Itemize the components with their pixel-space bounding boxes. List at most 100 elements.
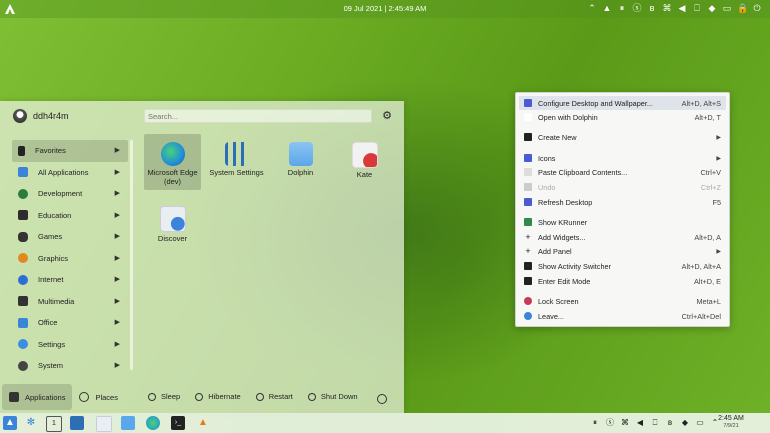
network-icon[interactable]: ⎕ <box>650 418 660 428</box>
discover-icon[interactable] <box>96 416 112 432</box>
menu-item-icons[interactable]: Icons ▶ <box>519 151 726 165</box>
sleep-button[interactable]: Sleep <box>148 392 180 401</box>
gamepad-icon <box>18 231 28 242</box>
menu-item-add-panel[interactable]: + Add Panel ▶ <box>519 244 726 258</box>
wifi-icon[interactable]: ◆ <box>680 418 690 428</box>
sb-icon[interactable]: ⓢ <box>632 3 642 14</box>
menu-item-lock-screen[interactable]: Lock Screen Meta+L <box>519 294 726 308</box>
menu-shortcut: Alt+D, T <box>694 112 721 122</box>
app-microsoft-edge-dev[interactable]: Microsoft Edge (dev) <box>144 134 201 190</box>
clock-date: 7/9/21 <box>723 423 739 429</box>
category-settings[interactable]: Settings ▶ <box>12 334 128 356</box>
nordvpn-icon[interactable]: ▲ <box>602 3 612 14</box>
category-education[interactable]: Education ▶ <box>12 205 128 227</box>
app-discover[interactable]: Discover <box>144 198 201 254</box>
app-system-settings[interactable]: System Settings <box>208 134 265 190</box>
hibernate-button[interactable]: Hibernate <box>195 392 241 401</box>
category-development[interactable]: Development ▶ <box>12 183 128 205</box>
restart-icon <box>255 392 264 401</box>
app-label: Kate <box>356 170 373 179</box>
battery-icon[interactable]: ▭ <box>695 418 705 428</box>
discover-icon <box>159 206 186 232</box>
category-office[interactable]: Office ▶ <box>12 312 128 334</box>
vlc-icon[interactable]: ▲ <box>196 416 210 430</box>
menu-item-open-with-dolphin[interactable]: Open with Dolphin Alt+D, T <box>519 110 726 124</box>
top-clock[interactable]: 09 Jul 2021 | 2:45:49 AM <box>300 4 470 13</box>
app-kate[interactable]: Kate <box>336 134 393 190</box>
sb-icon[interactable]: ⓢ <box>605 418 615 428</box>
restart-button[interactable]: Restart <box>255 392 293 401</box>
bluetooth-icon[interactable]: ʙ <box>665 418 675 428</box>
menu-label: Add Widgets... <box>538 232 586 242</box>
activities-icon <box>524 262 532 270</box>
film-icon <box>18 296 28 307</box>
menu-item-show-krunner[interactable]: Show KRunner <box>519 215 726 229</box>
bottom-clock[interactable]: 2:45 AM 7/9/21 <box>714 415 748 430</box>
menu-label: Lock Screen <box>538 296 579 306</box>
chevron-right-icon: ▶ <box>114 211 120 219</box>
wifi-icon[interactable]: ◆ <box>707 3 717 14</box>
menu-item-configure-desktop[interactable]: Configure Desktop and Wallpaper... Alt+D… <box>519 96 726 110</box>
pause-icon[interactable]: ⏸ <box>590 418 600 428</box>
menu-item-activity-switcher[interactable]: Show Activity Switcher Alt+D, Alt+A <box>519 259 726 273</box>
category-system[interactable]: System ▶ <box>12 355 128 377</box>
category-games[interactable]: Games ▶ <box>12 226 128 248</box>
power-icon <box>307 392 316 401</box>
desktop-context-menu: Configure Desktop and Wallpaper... Alt+D… <box>515 92 730 327</box>
tab-applications[interactable]: Applications <box>2 384 73 410</box>
username: ddh4r4m <box>33 111 69 121</box>
plus-icon: + <box>525 246 531 256</box>
terminal-icon[interactable]: ›_ <box>171 416 185 430</box>
menu-label: Show Activity Switcher <box>538 261 611 271</box>
app-dolphin[interactable]: Dolphin <box>272 134 329 190</box>
menu-shortcut: Ctrl+Z <box>700 182 721 192</box>
category-scrollbar[interactable] <box>130 140 133 370</box>
network-icon[interactable]: ⎕ <box>692 3 702 14</box>
menu-item-paste[interactable]: Paste Clipboard Contents... Ctrl+V <box>519 165 726 179</box>
system-settings-icon[interactable] <box>70 416 84 430</box>
chevron-right-icon: ▶ <box>114 340 120 348</box>
category-graphics[interactable]: Graphics ▶ <box>12 248 128 270</box>
category-all-applications[interactable]: All Applications ▶ <box>12 162 128 184</box>
avatar[interactable] <box>13 109 27 123</box>
restart-label: Restart <box>268 392 293 401</box>
category-multimedia[interactable]: Multimedia ▶ <box>12 291 128 313</box>
lock-icon[interactable]: 🔒 <box>737 3 748 14</box>
chevron-right-icon: ▶ <box>114 168 120 176</box>
app-label: Discover <box>157 234 188 243</box>
kde-logo-icon[interactable] <box>4 3 16 15</box>
menu-item-undo: Undo Ctrl+Z <box>519 180 726 194</box>
bluetooth-icon[interactable]: ʙ <box>647 3 657 14</box>
menu-item-refresh-desktop[interactable]: Refresh Desktop F5 <box>519 195 726 209</box>
arrow-icon[interactable]: ⌃ <box>587 3 597 14</box>
settings-gear-icon[interactable]: ⚙ <box>381 110 393 122</box>
kde-connect-icon[interactable]: ✻ <box>24 416 38 430</box>
battery-icon[interactable]: ▭ <box>722 3 732 14</box>
volume-icon[interactable]: ◀ <box>635 418 645 428</box>
volume-icon[interactable]: ◀ <box>677 3 687 14</box>
workspace-1-icon[interactable]: 1 <box>46 416 62 432</box>
launcher-icon[interactable]: ▲ <box>3 416 17 430</box>
menu-item-create-new[interactable]: Create New ▶ <box>519 130 726 144</box>
edge-icon[interactable] <box>146 416 160 430</box>
pause-icon[interactable]: ⏸ <box>617 3 627 14</box>
search-input[interactable] <box>144 109 372 123</box>
folder-icon <box>288 142 313 166</box>
pencil-icon <box>524 277 532 285</box>
menu-label: Add Panel <box>538 246 572 256</box>
category-favorites[interactable]: Favorites ▶ <box>12 140 128 162</box>
menu-item-add-widgets[interactable]: + Add Widgets... Alt+D, A <box>519 230 726 244</box>
sleep-label: Sleep <box>161 392 181 401</box>
paperclip-icon[interactable]: ⌘ <box>662 3 672 14</box>
category-internet[interactable]: Internet ▶ <box>12 269 128 291</box>
menu-item-leave[interactable]: Leave... Ctrl+Alt+Del <box>519 309 726 323</box>
bottom-tray: ⏸ ⓢ ⌘ ◀ ⎕ ʙ ◆ ▭ ⌃ <box>590 418 720 428</box>
shutdown-button[interactable]: Shut Down <box>307 392 358 401</box>
tab-places[interactable]: Places <box>72 384 125 410</box>
paperclip-icon[interactable]: ⌘ <box>620 418 630 428</box>
dolphin-icon[interactable] <box>121 416 135 430</box>
menu-shortcut: F5 <box>712 197 721 207</box>
menu-item-edit-mode[interactable]: Enter Edit Mode Alt+D, E <box>519 274 726 288</box>
power-icon[interactable]: ⏻ <box>752 3 762 14</box>
more-options-icon[interactable] <box>377 394 387 404</box>
